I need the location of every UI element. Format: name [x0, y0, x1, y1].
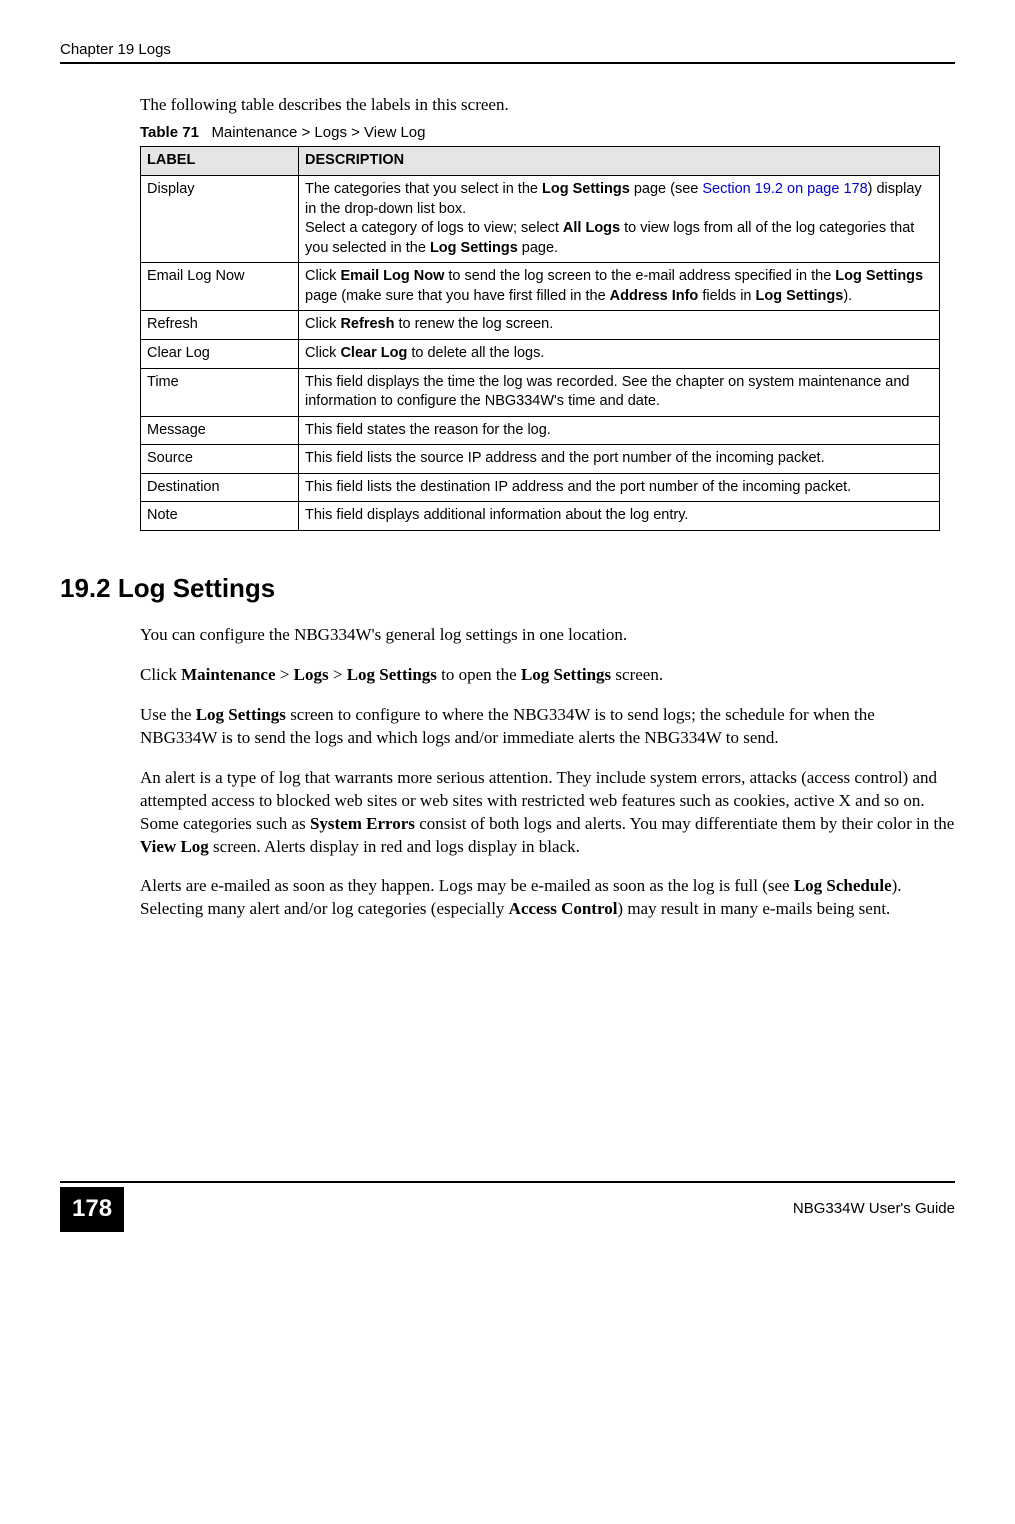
cell-desc: The categories that you select in the Lo… [299, 176, 940, 263]
table-row: Message This field states the reason for… [141, 416, 940, 445]
body-paragraph: Click Maintenance > Logs > Log Settings … [140, 664, 955, 687]
table-row: Time This field displays the time the lo… [141, 368, 940, 416]
cell-desc: This field lists the destination IP addr… [299, 473, 940, 502]
cell-desc: Click Clear Log to delete all the logs. [299, 339, 940, 368]
table-row: Email Log Now Click Email Log Now to sen… [141, 263, 940, 311]
cell-desc: This field displays additional informati… [299, 502, 940, 531]
body-paragraph: You can configure the NBG334W's general … [140, 624, 955, 647]
page-header: Chapter 19 Logs [60, 40, 955, 64]
page-footer: 178 NBG334W User's Guide [60, 1181, 955, 1231]
table-caption-text: Maintenance > Logs > View Log [211, 124, 425, 141]
body-paragraph: Use the Log Settings screen to configure… [140, 704, 955, 750]
cell-desc: Click Refresh to renew the log screen. [299, 311, 940, 340]
section-heading: 19.2 Log Settings [60, 571, 955, 606]
labels-table: LABEL DESCRIPTION Display The categories… [140, 146, 940, 530]
intro-text: The following table describes the labels… [140, 94, 955, 117]
cell-label: Note [141, 502, 299, 531]
body-paragraph: Alerts are e-mailed as soon as they happ… [140, 875, 955, 921]
cell-desc: Click Email Log Now to send the log scre… [299, 263, 940, 311]
cell-desc: This field displays the time the log was… [299, 368, 940, 416]
table-row: Display The categories that you select i… [141, 176, 940, 263]
cell-label: Destination [141, 473, 299, 502]
page-number: 178 [60, 1187, 124, 1231]
cell-label: Clear Log [141, 339, 299, 368]
cell-label: Display [141, 176, 299, 263]
table-row: Clear Log Click Clear Log to delete all … [141, 339, 940, 368]
cell-label: Source [141, 445, 299, 474]
table-row: Destination This field lists the destina… [141, 473, 940, 502]
cross-ref-link[interactable]: Section 19.2 on page 178 [702, 181, 867, 197]
col-label: LABEL [141, 147, 299, 176]
cell-label: Time [141, 368, 299, 416]
table-header-row: LABEL DESCRIPTION [141, 147, 940, 176]
cell-label: Message [141, 416, 299, 445]
table-row: Note This field displays additional info… [141, 502, 940, 531]
cell-desc: This field states the reason for the log… [299, 416, 940, 445]
body-paragraph: An alert is a type of log that warrants … [140, 767, 955, 859]
table-number: Table 71 [140, 124, 199, 141]
cell-label: Refresh [141, 311, 299, 340]
chapter-label: Chapter 19 Logs [60, 40, 171, 60]
table-caption: Table 71 Maintenance > Logs > View Log [140, 123, 955, 143]
col-desc: DESCRIPTION [299, 147, 940, 176]
cell-label: Email Log Now [141, 263, 299, 311]
table-row: Refresh Click Refresh to renew the log s… [141, 311, 940, 340]
guide-name: NBG334W User's Guide [793, 1199, 955, 1219]
cell-desc: This field lists the source IP address a… [299, 445, 940, 474]
table-row: Source This field lists the source IP ad… [141, 445, 940, 474]
